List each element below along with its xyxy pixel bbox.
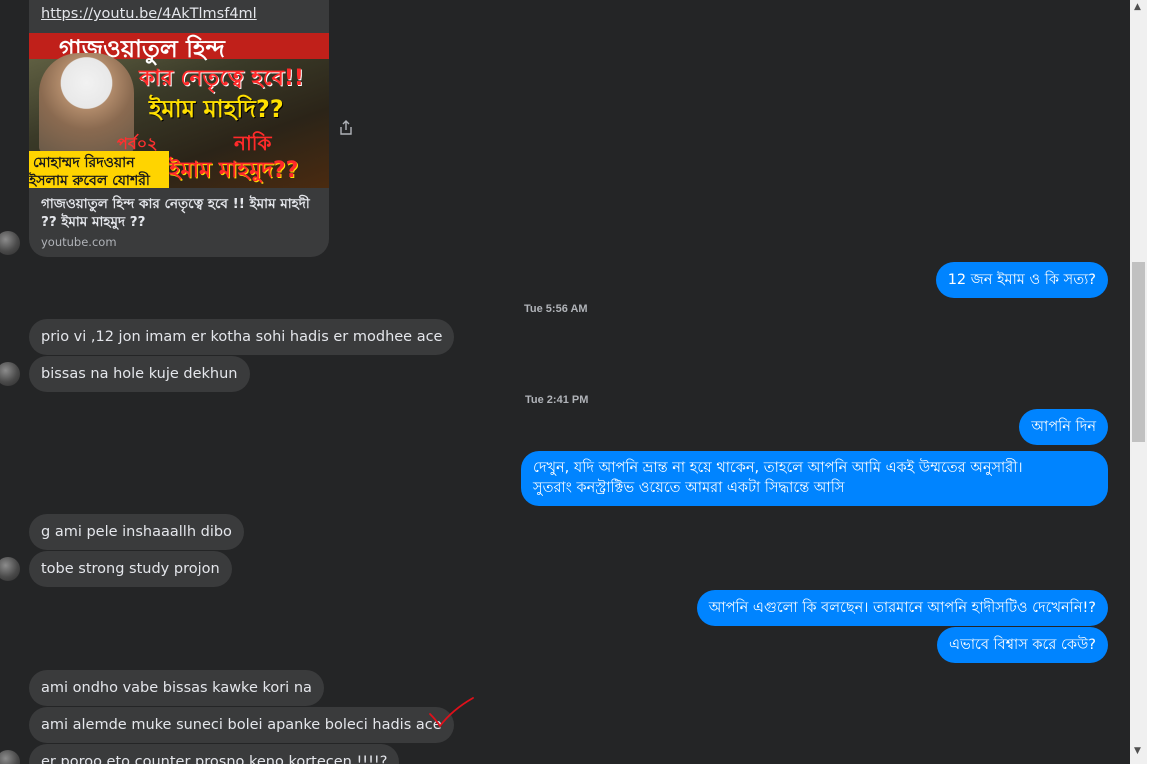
contact-avatar[interactable]	[0, 231, 20, 255]
outgoing-message[interactable]: আপনি এগুলো কি বলছেন। তারমানে আপনি হাদীসট…	[696, 590, 1108, 626]
scroll-down-arrow-icon[interactable]: ▼	[1134, 746, 1141, 756]
incoming-message[interactable]: bissas na hole kuje dekhun	[29, 356, 250, 392]
message-line: সুতরাং কনস্ট্রাক্টিভ ওয়েতে আমরা একটা সি…	[533, 480, 845, 496]
incoming-message[interactable]: prio vi ,12 jon imam er kotha sohi hadis…	[29, 319, 455, 355]
timestamp: Tue 5:56 AM	[524, 303, 588, 315]
conversation-panel: https://youtu.be/4AkTlmsf4ml গাজওয়াতুল …	[0, 0, 1130, 764]
outgoing-message[interactable]: আপনি দিন	[1019, 409, 1108, 445]
incoming-message[interactable]: er poroo eto counter prosno keno kortece…	[29, 744, 400, 764]
contact-avatar[interactable]	[0, 750, 20, 764]
vertical-scrollbar[interactable]: ▲ ▼	[1130, 0, 1147, 764]
incoming-message[interactable]: ami ondho vabe bissas kawke kori na	[29, 670, 324, 706]
outgoing-message[interactable]: 12 জন ইমাম ও কি সত্য?	[935, 262, 1108, 298]
share-icon[interactable]	[338, 120, 354, 136]
outgoing-message[interactable]: এভাবে বিশ্বাস করে কেউ?	[936, 627, 1108, 663]
link-domain: youtube.com	[41, 235, 117, 249]
incoming-message[interactable]: g ami pele inshaaallh dibo	[29, 514, 244, 550]
contact-avatar[interactable]	[0, 557, 20, 581]
side-panel-edge	[1147, 0, 1166, 764]
contact-avatar[interactable]	[0, 362, 20, 386]
thumbnail-text: ইমাম মাহদি??	[149, 95, 284, 123]
message-line: দেখুন, যদি আপনি ভ্রান্ত না হয়ে থাকেন, ত…	[533, 460, 1023, 476]
video-thumbnail[interactable]: গাজওয়াতুল হিন্দ কার নেতৃত্বে হবে!! ইমাম…	[29, 33, 329, 188]
shared-url-link[interactable]: https://youtu.be/4AkTlmsf4ml	[41, 6, 257, 22]
checkmark-annotation-icon	[429, 697, 474, 728]
thumbnail-text: ইসলাম রুবেল যোশরী	[29, 173, 150, 188]
link-preview-card[interactable]: https://youtu.be/4AkTlmsf4ml গাজওয়াতুল …	[29, 0, 329, 257]
link-title[interactable]: গাজওয়াতুল হিন্দ কার নেতৃত্বে হবে !! ইমা…	[41, 195, 321, 231]
outgoing-message-multiline[interactable]: দেখুন, যদি আপনি ভ্রান্ত না হয়ে থাকেন, ত…	[521, 451, 1108, 506]
thumbnail-text: ইমাম মাহমুদ??	[169, 158, 299, 183]
incoming-message[interactable]: ami alemde muke suneci bolei apanke bole…	[29, 707, 454, 743]
timestamp: Tue 2:41 PM	[525, 394, 589, 406]
scroll-up-arrow-icon[interactable]: ▲	[1134, 2, 1141, 12]
scrollbar-thumb[interactable]	[1132, 262, 1145, 442]
incoming-message[interactable]: tobe strong study projon	[29, 551, 232, 587]
